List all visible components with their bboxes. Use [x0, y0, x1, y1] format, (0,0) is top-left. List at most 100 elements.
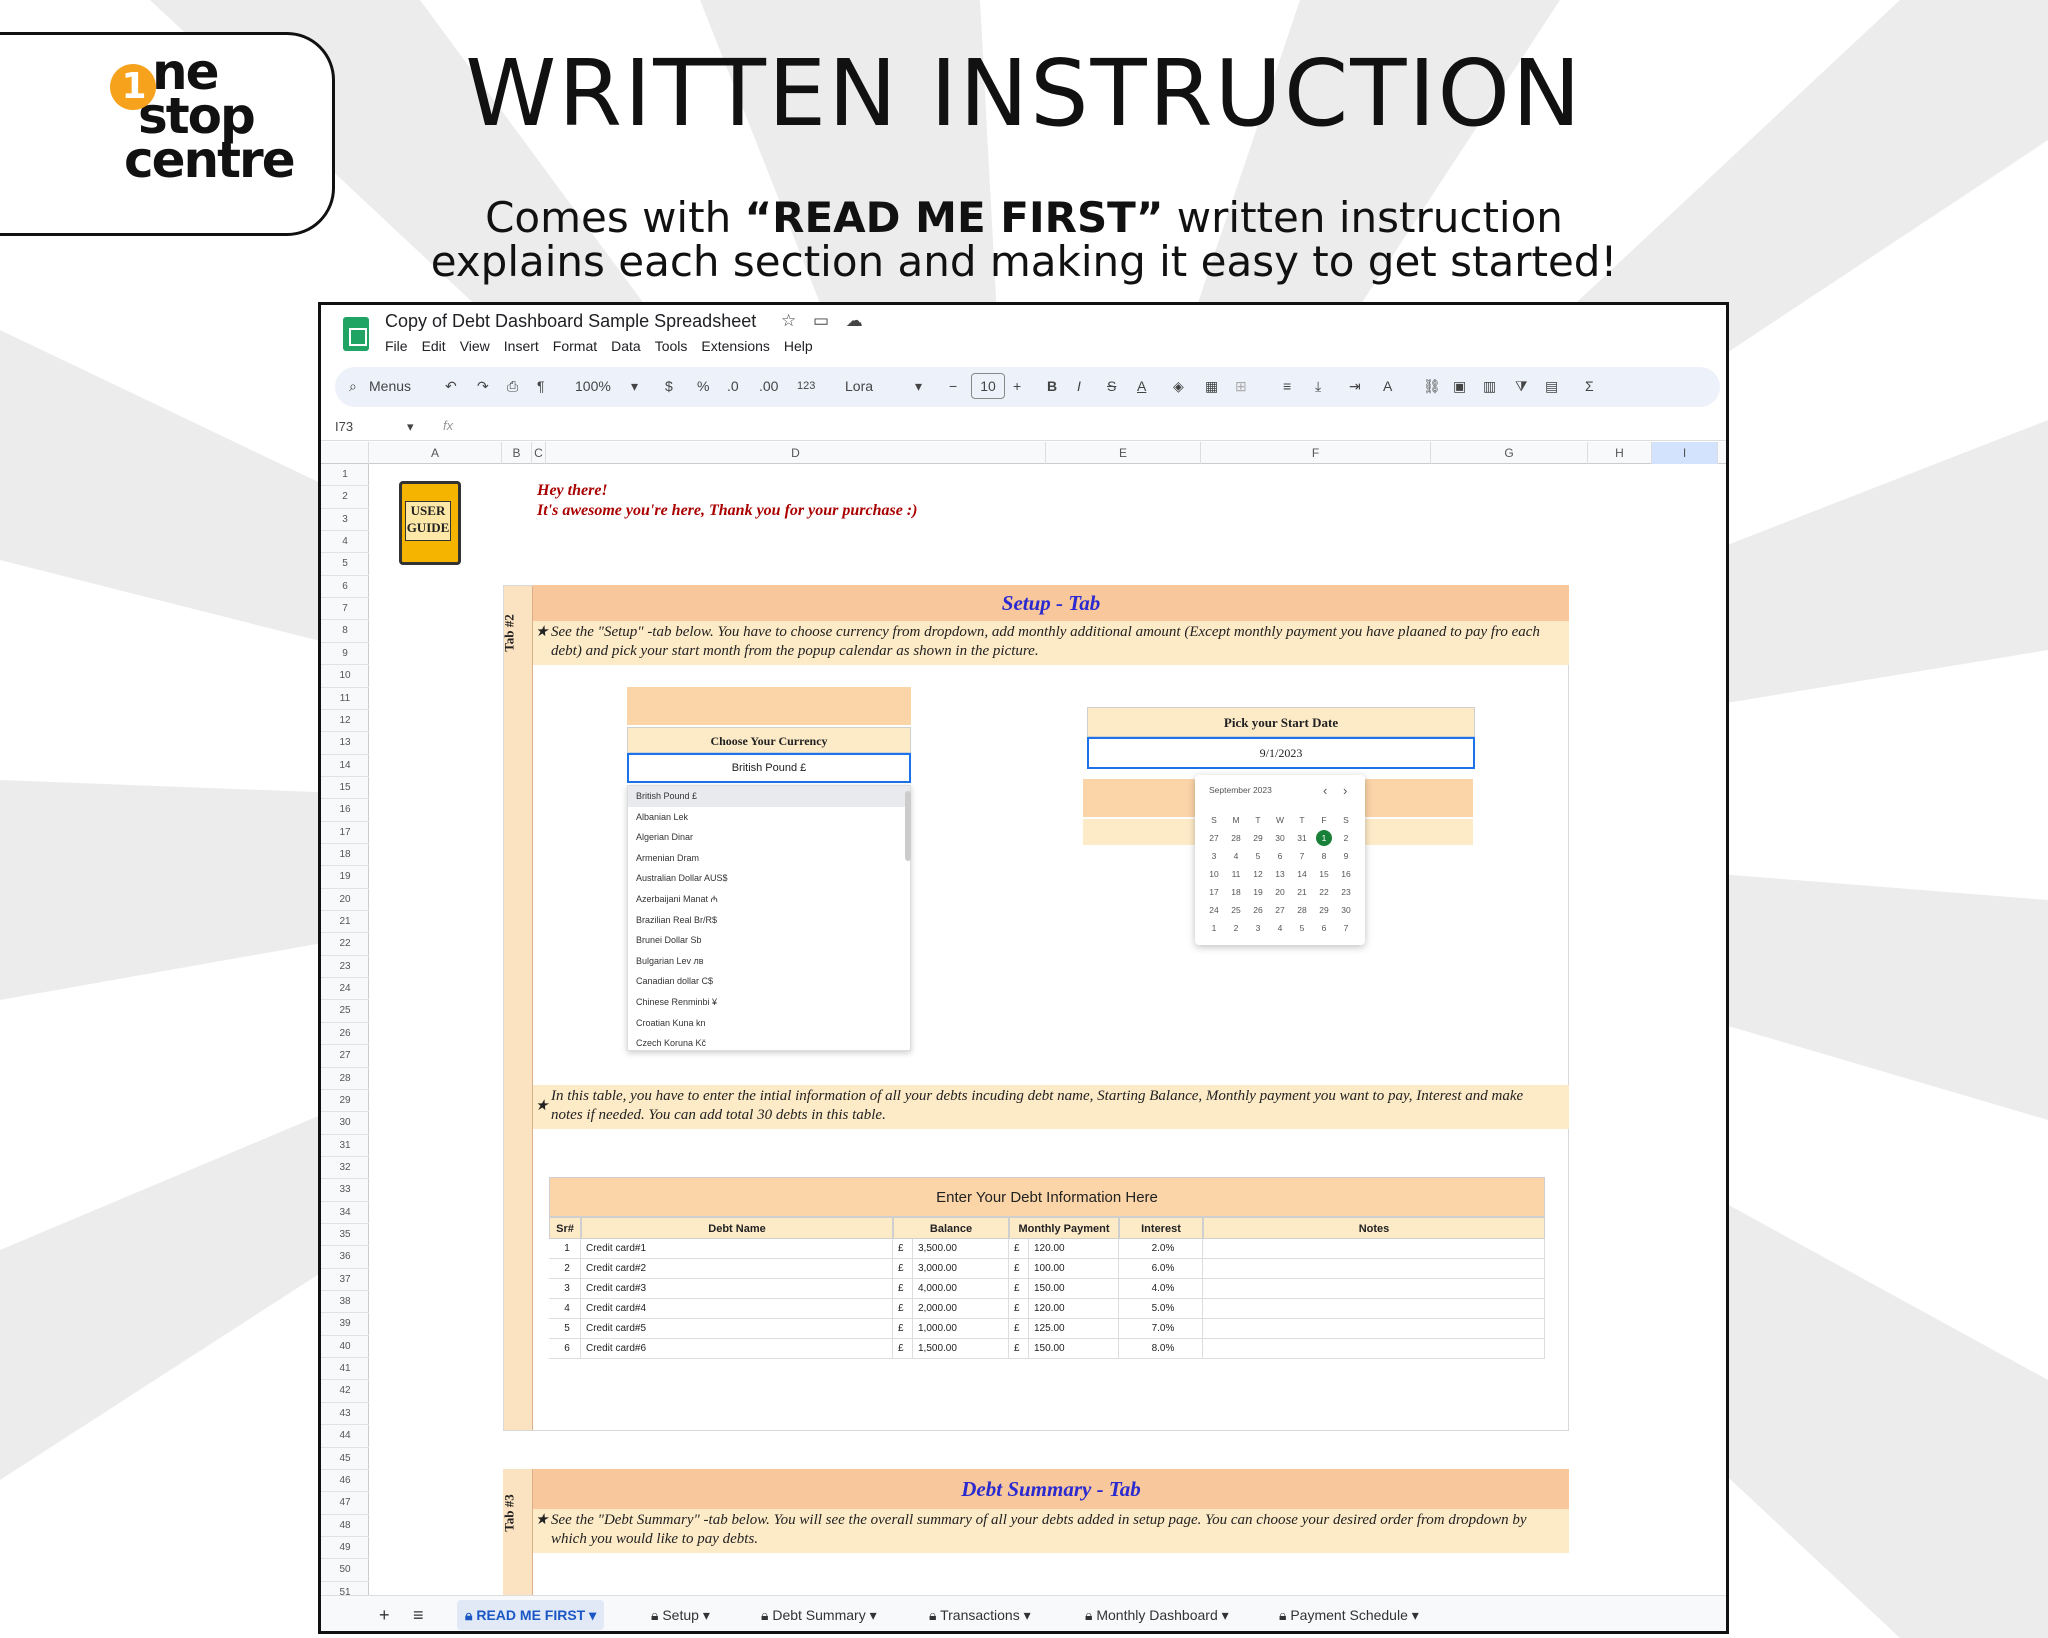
- table-cell[interactable]: 2,000.00: [913, 1299, 1009, 1319]
- table-cell[interactable]: 1: [549, 1239, 581, 1259]
- tab-monthly-dashboard[interactable]: 🔒︎ Monthly Dashboard ▾: [1077, 1600, 1237, 1630]
- all-sheets-button[interactable]: ≡: [405, 1600, 432, 1630]
- text-wrap-icon[interactable]: ⇥: [1349, 378, 1361, 395]
- table-cell[interactable]: 1,500.00: [913, 1339, 1009, 1359]
- search-icon[interactable]: ⌕: [349, 378, 357, 395]
- calendar-day[interactable]: 3: [1203, 847, 1225, 865]
- cloud-status-icon[interactable]: ☁: [846, 311, 863, 330]
- table-cell[interactable]: £: [893, 1299, 913, 1319]
- column-header[interactable]: E: [1046, 442, 1201, 464]
- calendar-day-selected[interactable]: 1: [1316, 830, 1332, 846]
- table-cell[interactable]: £: [893, 1319, 913, 1339]
- calendar-day[interactable]: 13: [1269, 865, 1291, 883]
- more-formats-button[interactable]: 123: [797, 380, 815, 392]
- currency-option[interactable]: Albanian Lek: [628, 807, 910, 828]
- currency-option[interactable]: Brunei Dollar Sb: [628, 930, 910, 951]
- sheets-logo-icon[interactable]: [343, 317, 369, 351]
- merge-cells-icon[interactable]: ⊞: [1235, 378, 1247, 395]
- column-header[interactable]: I: [1652, 442, 1718, 464]
- move-folder-icon[interactable]: ▭: [813, 311, 829, 330]
- row-header[interactable]: 29: [321, 1090, 369, 1113]
- calendar-day[interactable]: 6: [1313, 919, 1335, 937]
- chart-icon[interactable]: ▥: [1483, 378, 1496, 395]
- calendar-day[interactable]: 26: [1247, 901, 1269, 919]
- calendar-next-button[interactable]: ›: [1343, 783, 1347, 798]
- calendar-day[interactable]: 29: [1313, 901, 1335, 919]
- row-header[interactable]: 3: [321, 509, 369, 532]
- calendar-day[interactable]: 9: [1335, 847, 1357, 865]
- calendar-day[interactable]: 19: [1247, 883, 1269, 901]
- row-header[interactable]: 17: [321, 822, 369, 844]
- table-cell[interactable]: 1,000.00: [913, 1319, 1009, 1339]
- table-cell[interactable]: £: [1009, 1259, 1029, 1279]
- menu-data[interactable]: Data: [611, 338, 641, 354]
- percent-format-button[interactable]: %: [697, 378, 709, 394]
- calendar-day[interactable]: 3: [1247, 919, 1269, 937]
- menu-format[interactable]: Format: [553, 338, 597, 354]
- column-header[interactable]: G: [1431, 442, 1588, 464]
- row-header[interactable]: 7: [321, 598, 369, 621]
- dropdown-scrollbar[interactable]: [905, 791, 911, 861]
- calendar-day[interactable]: 4: [1225, 847, 1247, 865]
- row-header[interactable]: 42: [321, 1380, 369, 1403]
- currency-option[interactable]: British Pound £: [628, 786, 910, 807]
- table-cell[interactable]: Credit card#2: [581, 1259, 893, 1279]
- table-cell[interactable]: 6.0%: [1119, 1259, 1203, 1279]
- table-cell[interactable]: £: [1009, 1319, 1029, 1339]
- link-icon[interactable]: ⛓: [1423, 378, 1441, 395]
- table-cell[interactable]: 125.00: [1029, 1319, 1119, 1339]
- row-header[interactable]: 45: [321, 1448, 369, 1470]
- calendar-day[interactable]: 25: [1225, 901, 1247, 919]
- add-sheet-button[interactable]: +: [371, 1600, 398, 1630]
- borders-icon[interactable]: ▦: [1205, 378, 1218, 395]
- calendar-day[interactable]: 20: [1269, 883, 1291, 901]
- tab-payment-schedule[interactable]: 🔒︎ Payment Schedule ▾: [1271, 1600, 1427, 1630]
- calendar-day[interactable]: 22: [1313, 883, 1335, 901]
- redo-icon[interactable]: ↷: [477, 378, 489, 395]
- row-header[interactable]: 9: [321, 643, 369, 666]
- table-cell[interactable]: 2: [549, 1259, 581, 1279]
- row-header[interactable]: 18: [321, 844, 369, 867]
- table-cell[interactable]: [1203, 1279, 1545, 1299]
- tab-transactions[interactable]: 🔒︎ Transactions ▾: [921, 1600, 1039, 1630]
- row-header[interactable]: 5: [321, 553, 369, 576]
- tab-setup[interactable]: 🔒︎ Setup ▾: [643, 1600, 718, 1630]
- table-cell[interactable]: [1203, 1239, 1545, 1259]
- table-cell[interactable]: 3,000.00: [913, 1259, 1009, 1279]
- table-cell[interactable]: 8.0%: [1119, 1339, 1203, 1359]
- row-header[interactable]: 50: [321, 1559, 369, 1582]
- currency-option[interactable]: Algerian Dinar: [628, 827, 910, 848]
- row-header[interactable]: 1: [321, 464, 369, 487]
- row-header[interactable]: 10: [321, 665, 369, 688]
- row-header[interactable]: 8: [321, 620, 369, 643]
- currency-option[interactable]: Armenian Dram: [628, 848, 910, 869]
- table-cell[interactable]: 5: [549, 1319, 581, 1339]
- currency-option[interactable]: Australian Dollar AUS$: [628, 868, 910, 889]
- currency-select[interactable]: British Pound £: [627, 753, 911, 783]
- currency-format-button[interactable]: $: [665, 378, 673, 394]
- row-header[interactable]: 32: [321, 1157, 369, 1180]
- currency-option[interactable]: Croatian Kuna kn: [628, 1013, 910, 1034]
- row-header[interactable]: 23: [321, 956, 369, 979]
- paint-format-icon[interactable]: ¶: [537, 378, 545, 394]
- currency-option[interactable]: Brazilian Real Br/R$: [628, 910, 910, 931]
- table-cell[interactable]: Credit card#6: [581, 1339, 893, 1359]
- calendar-day[interactable]: 5: [1291, 919, 1313, 937]
- menu-insert[interactable]: Insert: [504, 338, 539, 354]
- currency-option[interactable]: Chinese Renminbi ¥: [628, 992, 910, 1013]
- filter-icon[interactable]: ⧩: [1515, 378, 1528, 395]
- table-cell[interactable]: Credit card#5: [581, 1319, 893, 1339]
- calendar-day[interactable]: 27: [1203, 829, 1225, 847]
- calendar-day[interactable]: 31: [1291, 829, 1313, 847]
- row-header[interactable]: 24: [321, 978, 369, 1001]
- row-header[interactable]: 11: [321, 688, 369, 710]
- table-cell[interactable]: £: [893, 1239, 913, 1259]
- calendar-day[interactable]: 2: [1335, 829, 1357, 847]
- document-title[interactable]: Copy of Debt Dashboard Sample Spreadshee…: [385, 311, 756, 332]
- bold-button[interactable]: B: [1047, 378, 1057, 394]
- calendar-day[interactable]: 4: [1269, 919, 1291, 937]
- table-cell[interactable]: £: [893, 1339, 913, 1359]
- calendar-day[interactable]: 2: [1225, 919, 1247, 937]
- row-header[interactable]: 38: [321, 1291, 369, 1314]
- row-header[interactable]: 33: [321, 1179, 369, 1202]
